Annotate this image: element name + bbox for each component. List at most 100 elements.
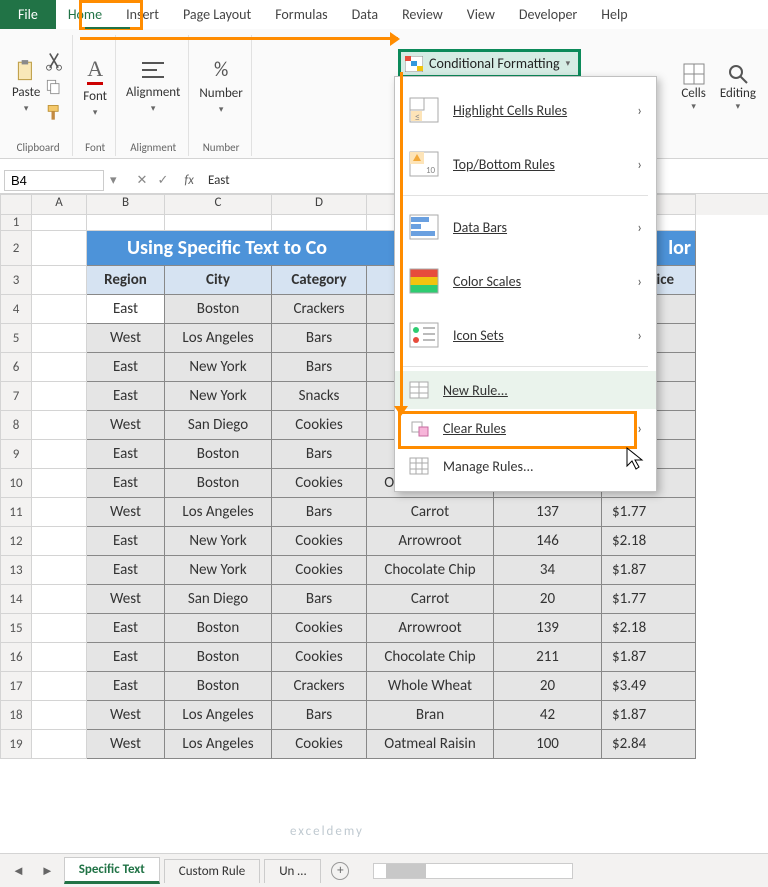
cell-price[interactable]: $1.87: [602, 701, 696, 730]
cell-category[interactable]: Crackers: [272, 295, 367, 324]
cell-category[interactable]: Bars: [272, 440, 367, 469]
cell-qty[interactable]: 211: [494, 643, 602, 672]
col-B[interactable]: B: [87, 194, 165, 215]
menu-color-scales[interactable]: Color Scales›: [395, 254, 656, 308]
cell-category[interactable]: Cookies: [272, 614, 367, 643]
sheet-tab-2[interactable]: Custom Rule: [164, 859, 260, 883]
cell-city[interactable]: Los Angeles: [165, 730, 272, 759]
cell-city[interactable]: Boston: [165, 469, 272, 498]
scrollbar-thumb[interactable]: [386, 864, 426, 878]
tab-review[interactable]: Review: [390, 0, 455, 29]
menu-top-bottom[interactable]: 10 Top/Bottom Rules›: [395, 137, 656, 191]
cell-region[interactable]: East: [87, 643, 165, 672]
header-city[interactable]: City: [165, 266, 272, 295]
cell-region[interactable]: West: [87, 730, 165, 759]
cell-region[interactable]: East: [87, 353, 165, 382]
cell-city[interactable]: New York: [165, 353, 272, 382]
cell[interactable]: [32, 231, 87, 266]
cell-category[interactable]: Bars: [272, 498, 367, 527]
cell-product[interactable]: Bran: [367, 701, 494, 730]
row-14[interactable]: 14: [0, 585, 32, 614]
tab-home[interactable]: Home: [56, 0, 114, 29]
cell[interactable]: [165, 215, 272, 231]
cell[interactable]: [32, 672, 87, 701]
cancel-formula-icon[interactable]: ✕: [137, 173, 148, 188]
cell[interactable]: [32, 353, 87, 382]
col-C[interactable]: C: [165, 194, 272, 215]
cell[interactable]: [32, 498, 87, 527]
cell[interactable]: [32, 266, 87, 295]
row-3[interactable]: 3: [0, 266, 32, 295]
row-18[interactable]: 18: [0, 701, 32, 730]
tab-formulas[interactable]: Formulas: [263, 0, 339, 29]
cell-city[interactable]: San Diego: [165, 411, 272, 440]
cells-icon[interactable]: [682, 62, 706, 86]
col-D[interactable]: D: [272, 194, 367, 215]
cell[interactable]: [32, 585, 87, 614]
cell[interactable]: [87, 215, 165, 231]
row-19[interactable]: 19: [0, 730, 32, 759]
tab-help[interactable]: Help: [589, 0, 639, 29]
cell-product[interactable]: Whole Wheat: [367, 672, 494, 701]
menu-new-rule[interactable]: New Rule...: [395, 371, 656, 409]
cell-city[interactable]: Boston: [165, 672, 272, 701]
add-sheet-button[interactable]: +: [331, 862, 349, 880]
cell-qty[interactable]: 139: [494, 614, 602, 643]
cell-city[interactable]: New York: [165, 527, 272, 556]
cell[interactable]: [32, 324, 87, 353]
sheet-nav-next[interactable]: ►: [35, 863, 60, 879]
number-button[interactable]: Number▾: [199, 86, 242, 116]
cell-qty[interactable]: 42: [494, 701, 602, 730]
menu-clear-rules[interactable]: Clear Rules›: [395, 409, 656, 447]
font-button[interactable]: Font▾: [83, 89, 107, 119]
row-6[interactable]: 6: [0, 353, 32, 382]
cell[interactable]: [32, 440, 87, 469]
alignment-icon[interactable]: [139, 59, 167, 81]
cell[interactable]: [32, 730, 87, 759]
cell-price[interactable]: $1.77: [602, 585, 696, 614]
cell-category[interactable]: Bars: [272, 353, 367, 382]
cell-region[interactable]: East: [87, 382, 165, 411]
row-2[interactable]: 2: [0, 231, 32, 266]
row-4[interactable]: 4: [0, 295, 32, 324]
cell-city[interactable]: Los Angeles: [165, 324, 272, 353]
sheet-tab-active[interactable]: Specific Text: [64, 857, 160, 884]
cell-region[interactable]: East: [87, 527, 165, 556]
cell-price[interactable]: $2.18: [602, 527, 696, 556]
cell-category[interactable]: Cookies: [272, 643, 367, 672]
cell-category[interactable]: Cookies: [272, 469, 367, 498]
font-color-icon[interactable]: A: [87, 56, 103, 85]
cell[interactable]: [32, 382, 87, 411]
name-box[interactable]: [4, 170, 104, 191]
cell-city[interactable]: New York: [165, 556, 272, 585]
cut-icon[interactable]: [44, 51, 64, 71]
tab-data[interactable]: Data: [340, 0, 390, 29]
cell-product[interactable]: Arrowroot: [367, 614, 494, 643]
cell-category[interactable]: Bars: [272, 701, 367, 730]
horizontal-scrollbar[interactable]: [373, 863, 573, 879]
select-all-corner[interactable]: [0, 194, 32, 215]
cell-city[interactable]: Boston: [165, 614, 272, 643]
tab-page-layout[interactable]: Page Layout: [171, 0, 263, 29]
cell[interactable]: [32, 295, 87, 324]
fx-icon[interactable]: fx: [176, 173, 202, 188]
enter-formula-icon[interactable]: ✓: [157, 173, 168, 188]
cell[interactable]: [32, 643, 87, 672]
cell[interactable]: [32, 614, 87, 643]
cell-region[interactable]: West: [87, 585, 165, 614]
cell-product[interactable]: Oatmeal Raisin: [367, 730, 494, 759]
cell-region[interactable]: West: [87, 324, 165, 353]
cell-region[interactable]: East: [87, 672, 165, 701]
cell-region[interactable]: East: [87, 614, 165, 643]
cell-price[interactable]: $1.77: [602, 498, 696, 527]
row-11[interactable]: 11: [0, 498, 32, 527]
cell-price[interactable]: $2.18: [602, 614, 696, 643]
menu-manage-rules[interactable]: Manage Rules...: [395, 447, 656, 485]
cell-qty[interactable]: 146: [494, 527, 602, 556]
header-category[interactable]: Category: [272, 266, 367, 295]
menu-data-bars[interactable]: Data Bars›: [395, 200, 656, 254]
row-16[interactable]: 16: [0, 643, 32, 672]
conditional-formatting-button[interactable]: Conditional Formatting ▾: [398, 49, 581, 78]
cell-city[interactable]: Los Angeles: [165, 701, 272, 730]
row-5[interactable]: 5: [0, 324, 32, 353]
